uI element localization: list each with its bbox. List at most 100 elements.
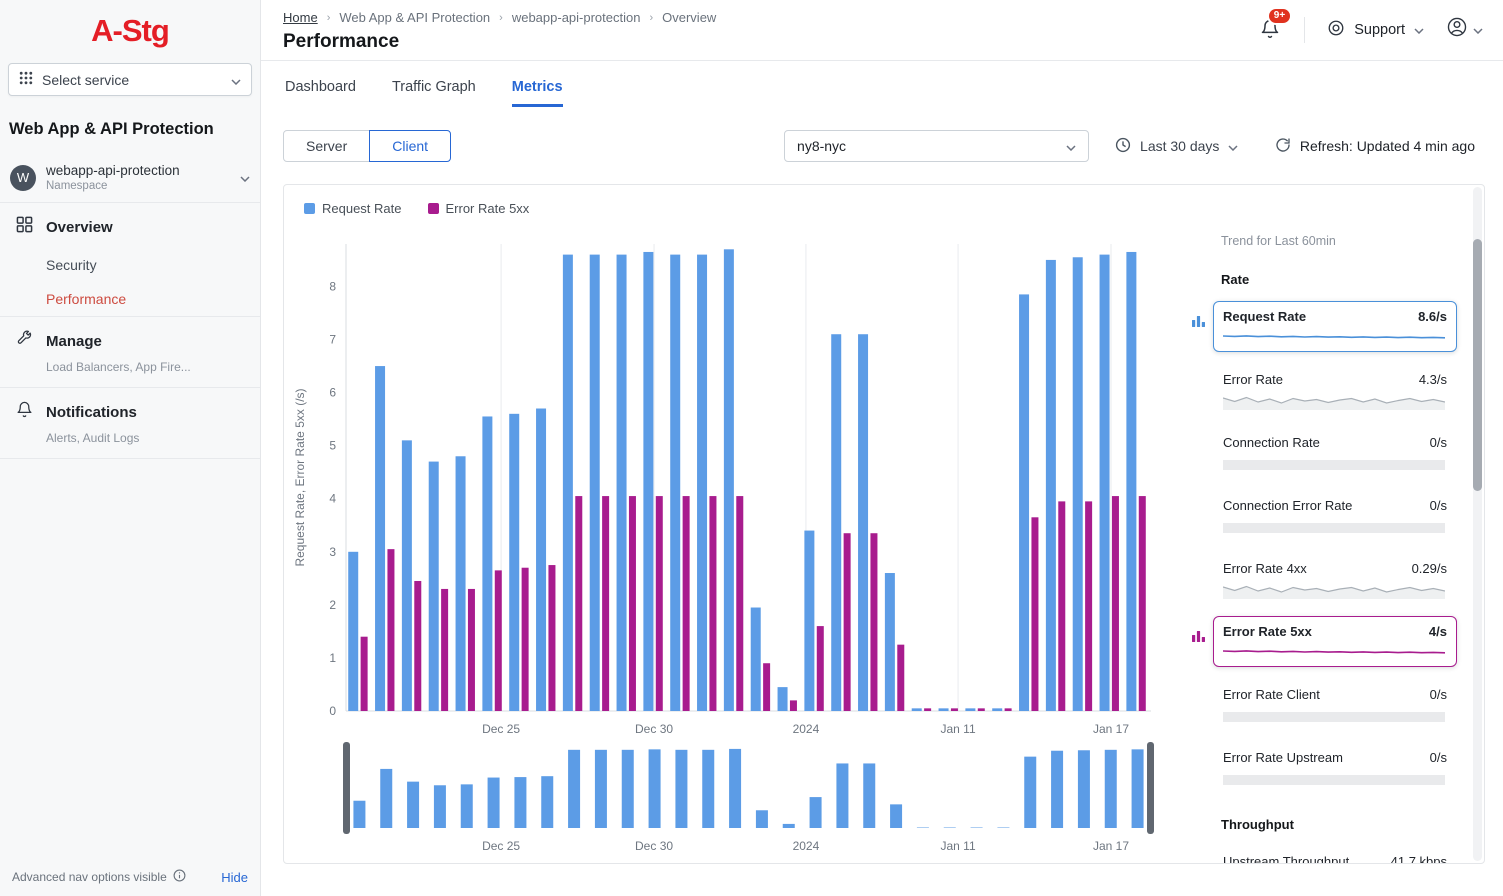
legend-item-request-rate[interactable]: Request Rate <box>304 201 402 216</box>
bar-request-rate[interactable] <box>375 366 385 711</box>
bar-error-rate-5xx[interactable] <box>1139 496 1146 711</box>
bar-request-rate[interactable] <box>939 708 949 711</box>
bar-request-rate[interactable] <box>590 255 600 711</box>
bar-request-rate[interactable] <box>885 573 895 711</box>
bar-error-rate-5xx[interactable] <box>522 568 529 711</box>
bar-error-rate-5xx[interactable] <box>602 496 609 711</box>
breadcrumb-home[interactable]: Home <box>283 10 318 25</box>
bar-error-rate-5xx[interactable] <box>468 589 475 711</box>
scrollbar-thumb[interactable] <box>1473 239 1482 491</box>
bar-error-rate-5xx[interactable] <box>683 496 690 711</box>
bar-request-rate[interactable] <box>456 456 466 711</box>
bar-error-rate-5xx[interactable] <box>629 496 636 711</box>
notifications-bell-button[interactable]: 9+ <box>1260 15 1288 44</box>
select-service-dropdown[interactable]: Select service <box>8 63 252 96</box>
bar-request-rate[interactable] <box>429 462 439 711</box>
tab-dashboard[interactable]: Dashboard <box>285 79 356 107</box>
namespace-selector[interactable]: W webapp-api-protection Namespace <box>0 153 260 203</box>
trend-item-error-rate-client[interactable]: Error Rate Client0/s <box>1213 679 1457 730</box>
bar-error-rate-5xx[interactable] <box>924 708 931 711</box>
bar-error-rate-5xx[interactable] <box>1112 496 1119 711</box>
bar-error-rate-5xx[interactable] <box>844 533 851 711</box>
bar-error-rate-5xx[interactable] <box>548 565 555 711</box>
site-select-dropdown[interactable]: ny8-nyc <box>784 130 1089 162</box>
trend-item-error-rate-upstream[interactable]: Error Rate Upstream0/s <box>1213 742 1457 793</box>
bar-request-rate[interactable] <box>858 334 868 711</box>
performance-bar-chart[interactable]: 012345678Request Rate, Error Rate 5xx (/… <box>284 222 1164 734</box>
server-button[interactable]: Server <box>283 130 370 162</box>
bar-error-rate-5xx[interactable] <box>1085 501 1092 711</box>
bar-error-rate-5xx[interactable] <box>441 589 448 711</box>
bar-request-rate[interactable] <box>670 255 680 711</box>
breadcrumb-item[interactable]: Web App & API Protection <box>339 10 490 25</box>
bar-error-rate-5xx[interactable] <box>817 626 824 711</box>
trend-item-request-rate[interactable]: Request Rate8.6/s <box>1213 301 1457 352</box>
bar-error-rate-5xx[interactable] <box>361 637 368 711</box>
bar-request-rate[interactable] <box>536 409 546 711</box>
tab-metrics[interactable]: Metrics <box>512 79 563 107</box>
bar-error-rate-5xx[interactable] <box>978 708 985 711</box>
trend-item-error-rate[interactable]: Error Rate4.3/s <box>1213 364 1457 415</box>
trend-item-error-rate-5xx[interactable]: Error Rate 5xx4/s <box>1213 616 1457 667</box>
bar-error-rate-5xx[interactable] <box>763 663 770 711</box>
bar-request-rate[interactable] <box>965 708 975 711</box>
sidebar-item-overview[interactable]: Overview <box>0 203 260 248</box>
bar-error-rate-5xx[interactable] <box>387 549 394 711</box>
bar-request-rate[interactable] <box>1073 257 1083 711</box>
bar-request-rate[interactable] <box>831 334 841 711</box>
refresh-button[interactable]: Refresh: Updated 4 min ago <box>1275 137 1475 156</box>
bar-request-rate[interactable] <box>697 255 707 711</box>
bar-error-rate-5xx[interactable] <box>1031 517 1038 711</box>
bar-request-rate[interactable] <box>1100 255 1110 711</box>
bar-request-rate[interactable] <box>912 708 922 711</box>
bar-request-rate[interactable] <box>643 252 653 711</box>
trend-item-error-rate-4xx[interactable]: Error Rate 4xx0.29/s <box>1213 553 1457 604</box>
legend-item-error-rate-5xx[interactable]: Error Rate 5xx <box>428 201 530 216</box>
sidebar-item-notifications[interactable]: Notifications <box>0 388 260 433</box>
bar-request-rate[interactable] <box>804 531 814 711</box>
bar-request-rate[interactable] <box>724 249 734 711</box>
bar-error-rate-5xx[interactable] <box>870 533 877 711</box>
bar-error-rate-5xx[interactable] <box>495 570 502 711</box>
bar-request-rate[interactable] <box>617 255 627 711</box>
breadcrumb-item[interactable]: webapp-api-protection <box>512 10 641 25</box>
sidebar-item-performance[interactable]: Performance <box>0 282 260 316</box>
bar-request-rate[interactable] <box>482 416 492 711</box>
bar-error-rate-5xx[interactable] <box>736 496 743 711</box>
bar-error-rate-5xx[interactable] <box>709 496 716 711</box>
bar-request-rate[interactable] <box>509 414 519 711</box>
bar-error-rate-5xx[interactable] <box>575 496 582 711</box>
hide-link[interactable]: Hide <box>221 870 248 885</box>
client-button[interactable]: Client <box>369 130 451 162</box>
bar-error-rate-5xx[interactable] <box>1058 501 1065 711</box>
trend-item-connection-rate[interactable]: Connection Rate0/s <box>1213 427 1457 478</box>
bar-request-rate[interactable] <box>563 255 573 711</box>
bar-request-rate[interactable] <box>402 440 412 711</box>
bar-error-rate-5xx[interactable] <box>656 496 663 711</box>
bar-request-rate[interactable] <box>1126 252 1136 711</box>
bar-request-rate[interactable] <box>992 708 1002 711</box>
chart-range-brush[interactable]: Dec 25Dec 302024Jan 11Jan 17 <box>284 740 1164 858</box>
bar-request-rate[interactable] <box>348 552 358 711</box>
bar-request-rate[interactable] <box>1046 260 1056 711</box>
tab-traffic-graph[interactable]: Traffic Graph <box>392 79 476 107</box>
bar-error-rate-5xx[interactable] <box>951 708 958 711</box>
bar-request-rate[interactable] <box>751 608 761 711</box>
brand-logo[interactable]: A-Stg <box>0 0 260 57</box>
account-menu[interactable] <box>1446 16 1483 43</box>
bar-error-rate-5xx[interactable] <box>1005 708 1012 711</box>
bar-error-rate-5xx[interactable] <box>897 645 904 711</box>
sidebar-item-manage[interactable]: Manage <box>0 317 260 362</box>
info-icon[interactable] <box>173 869 186 885</box>
bar-request-rate[interactable] <box>1019 294 1029 711</box>
support-menu[interactable]: Support <box>1321 19 1430 41</box>
bar-request-rate[interactable] <box>778 687 788 711</box>
trend-item-upstream-throughput[interactable]: Upstream Throughput41.7 kbps <box>1213 846 1457 864</box>
brush-handle-left[interactable] <box>343 742 350 834</box>
time-range-dropdown[interactable]: Last 30 days <box>1115 137 1238 156</box>
sidebar-item-security[interactable]: Security <box>0 248 260 282</box>
bar-error-rate-5xx[interactable] <box>790 700 797 711</box>
bar-error-rate-5xx[interactable] <box>414 581 421 711</box>
trend-item-connection-error-rate[interactable]: Connection Error Rate0/s <box>1213 490 1457 541</box>
brush-handle-right[interactable] <box>1147 742 1154 834</box>
